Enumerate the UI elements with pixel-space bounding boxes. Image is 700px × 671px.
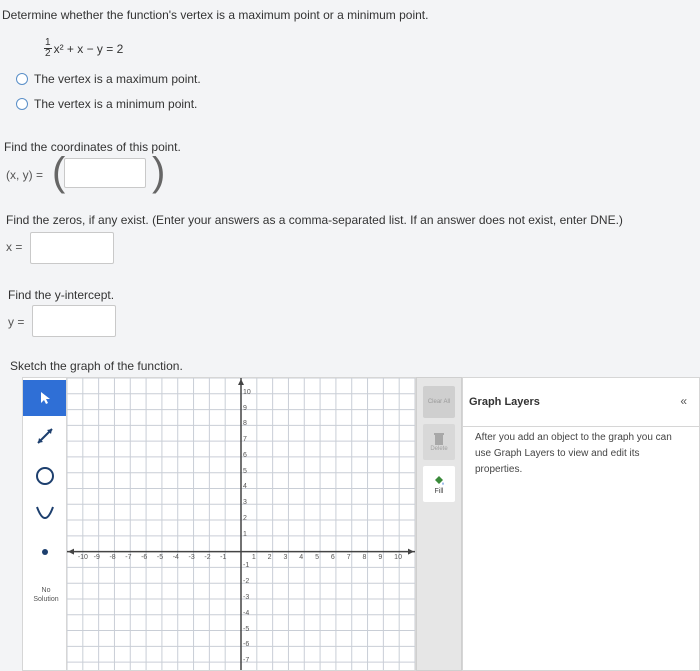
x-axis-arrow-icon [68,548,74,555]
x-tick-label: 7 [346,553,351,561]
x-tick-label: 2 [267,553,272,561]
x-tick-label: 1 [251,553,256,561]
x-axis-arrow-icon [408,548,414,555]
point-tool-icon[interactable] [23,534,67,570]
y-tick-label: -3 [243,593,250,601]
x-tick-label: -6 [141,553,148,561]
option-minimum[interactable]: The vertex is a minimum point. [16,97,197,111]
no-solution-button[interactable]: No Solution [29,586,63,604]
x-tick-label: 10 [394,553,402,561]
graph-layers-panel: Graph Layers « After you add an object t… [462,377,700,671]
y-tick-label: 5 [243,467,247,475]
graph-layers-header: Graph Layers « [463,378,699,427]
y-tick-label: 8 [243,420,247,428]
graph-side-tools: Clear All Delete Fill [416,377,462,671]
x-label: x = [6,240,23,254]
intercept-label: Find the y-intercept. [8,288,115,302]
x-tick-label: -10 [77,553,88,561]
parabola-tool-icon[interactable] [23,496,67,532]
line-tool-icon[interactable] [23,418,67,454]
y-tick-label: 3 [243,499,247,507]
x-tick-label: -1 [220,553,227,561]
y-tick-label: 1 [243,530,247,538]
equation-rest: x² + x − y = 2 [53,41,124,56]
y-tick-label: -5 [243,625,250,633]
radio-icon[interactable] [16,98,28,110]
xy-label: (x, y) = [6,168,44,182]
x-tick-label: -8 [109,553,116,561]
x-tick-label: 9 [378,553,383,561]
coordinates-input[interactable] [64,158,146,188]
y-tick-label: -2 [243,578,250,586]
collapse-icon[interactable]: « [680,394,687,408]
y-tick-label: 10 [243,388,251,396]
y-tick-label: -7 [243,657,250,665]
coordinate-grid[interactable] [67,378,415,670]
y-tick-label: -6 [243,641,250,649]
x-tick-label: 3 [283,553,288,561]
option-maximum[interactable]: The vertex is a maximum point. [16,72,201,86]
y-axis-arrow-icon [238,379,244,385]
y-tick-label: -4 [243,609,250,617]
arrow-cursor-icon[interactable] [23,380,67,416]
x-tick-label: 4 [299,553,304,561]
graph-layers-description: After you add an object to the graph you… [475,432,672,475]
zeros-label: Find the zeros, if any exist. (Enter you… [6,213,623,227]
right-paren: ) [152,150,166,194]
y-tick-label: -1 [243,562,250,570]
x-tick-label: -2 [204,553,211,561]
sketch-label: Sketch the graph of the function. [10,359,183,373]
graph-tool-palette: No Solution [22,377,67,671]
equation-fraction: 1 2 [44,37,52,59]
fill-icon [435,475,444,485]
x-tick-label: -7 [125,553,132,561]
zeros-input[interactable] [30,232,114,264]
circle-tool-icon[interactable] [23,458,67,494]
x-tick-label: 8 [362,553,367,561]
delete-button[interactable]: Delete [423,424,455,460]
x-tick-label: 6 [330,553,335,561]
x-tick-label: 5 [315,553,319,561]
x-tick-label: -5 [156,553,164,561]
graph-canvas[interactable]: -10 -9 -8 -7 -6 -5 -4 -3 -2 -1 1 2 3 4 5 6 7 8 9 10 10 9 8 7 6 5 4… [66,377,416,671]
question-prompt: Determine whether the function's vertex … [2,8,429,22]
y-tick-label: 7 [243,436,247,444]
graph-layers-title: Graph Layers [469,396,540,408]
y-label: y = [8,315,25,329]
y-tick-label: 6 [243,451,247,459]
x-tick-label: -4 [172,553,179,561]
fill-button[interactable]: Fill [423,466,455,502]
x-tick-label: -3 [188,553,195,561]
radio-icon[interactable] [16,73,28,85]
y-tick-label: 4 [243,483,247,491]
y-tick-label: 9 [243,404,247,412]
y-tick-label: 2 [243,515,247,523]
clear-all-button[interactable]: Clear All [423,386,455,418]
trash-icon [434,433,444,445]
intercept-input[interactable] [32,305,116,337]
x-tick-label: -9 [93,553,100,561]
equation: 1 2 x² + x − y = 2 [44,38,123,59]
